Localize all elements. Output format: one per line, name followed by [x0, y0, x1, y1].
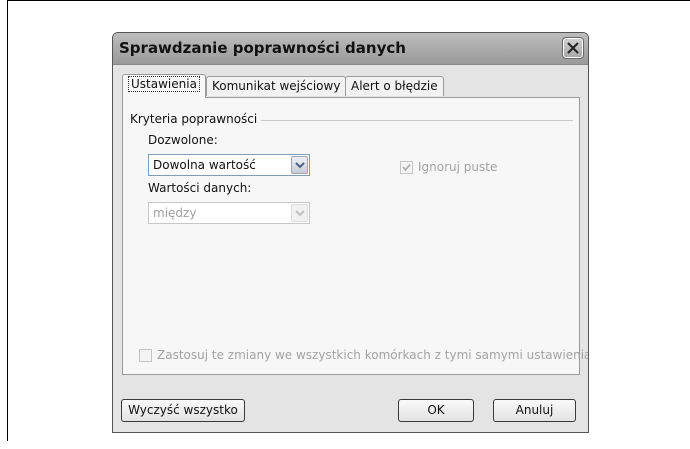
ignore-blank-checkbox[interactable]	[400, 161, 413, 174]
data-label: Wartości danych:	[148, 181, 252, 195]
tab-settings-label: Ustawienia	[128, 76, 200, 92]
allow-select[interactable]: Dowolna wartość	[148, 154, 310, 176]
tab-input-message-label: Komunikat wejściowy	[212, 79, 341, 93]
allow-label: Dozwolone:	[148, 133, 218, 147]
cancel-button[interactable]: Anuluj	[493, 399, 576, 422]
criteria-group-label: Kryteria poprawności	[130, 112, 258, 126]
clear-all-button[interactable]: Wyczyść wszystko	[121, 399, 245, 422]
close-icon	[567, 42, 579, 54]
apply-all-label: Zastosuj te zmiany we wszystkich komórka…	[157, 348, 589, 362]
data-dropdown-button[interactable]	[291, 204, 308, 222]
ignore-blank-label: Ignoruj puste	[418, 160, 498, 174]
apply-all-checkbox[interactable]	[139, 349, 152, 362]
allow-dropdown-button[interactable]	[291, 156, 308, 174]
settings-panel: Kryteria poprawności Dozwolone: Dowolna …	[122, 97, 588, 375]
tab-error-alert[interactable]: Alert o błędzie	[345, 76, 444, 96]
checkmark-icon	[402, 163, 411, 172]
close-button[interactable]	[562, 37, 584, 59]
group-divider	[261, 120, 573, 121]
tab-settings[interactable]: Ustawienia	[122, 74, 206, 98]
chevron-down-icon	[295, 210, 305, 217]
title-bar[interactable]: Sprawdzanie poprawności danych	[113, 33, 588, 65]
chevron-down-icon	[295, 162, 305, 169]
data-validation-dialog: Sprawdzanie poprawności danych Ustawieni…	[112, 32, 589, 433]
allow-select-value: Dowolna wartość	[153, 158, 256, 172]
dialog-title: Sprawdzanie poprawności danych	[119, 39, 406, 57]
tab-input-message[interactable]: Komunikat wejściowy	[206, 76, 347, 96]
data-select-value: między	[153, 206, 197, 220]
tab-error-alert-label: Alert o błędzie	[351, 79, 438, 93]
ok-button[interactable]: OK	[398, 399, 474, 422]
data-select[interactable]: między	[148, 202, 310, 224]
